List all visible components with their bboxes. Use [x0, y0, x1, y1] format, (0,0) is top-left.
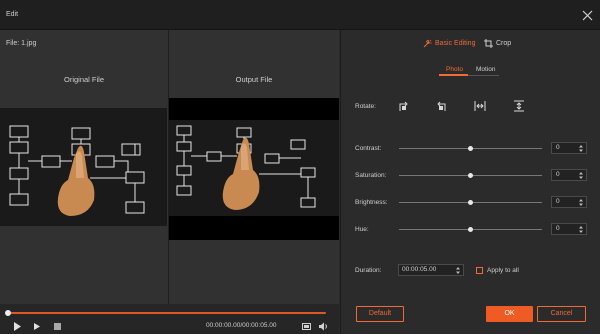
saturation-slider-handle[interactable] — [468, 173, 473, 178]
rotate-counterclockwise-icon[interactable] — [436, 100, 448, 112]
brightness-spinbox[interactable]: 0 — [551, 196, 587, 208]
stop-icon[interactable] — [54, 322, 61, 331]
cancel-button[interactable]: Cancel — [537, 306, 586, 322]
apply-to-all-label: Apply to all — [487, 267, 519, 274]
flowchart-image — [0, 108, 167, 226]
preview-panel: File: 1.jpg Original File Output File 00… — [0, 30, 339, 334]
spinner-arrows-icon[interactable] — [579, 225, 583, 234]
seek-handle[interactable] — [5, 310, 11, 316]
hue-label: Hue: — [355, 226, 369, 233]
spinner-arrows-icon[interactable] — [579, 198, 583, 207]
spinner-arrows-icon[interactable] — [579, 144, 583, 153]
close-icon[interactable] — [582, 10, 593, 21]
original-preview-image — [0, 108, 167, 226]
magic-wand-icon — [423, 39, 432, 48]
tab-basic-editing[interactable]: Basic Editing — [423, 39, 475, 48]
timecode-display: 00:00:00.00/00:00:05.00 — [206, 322, 277, 329]
snapshot-icon[interactable] — [302, 322, 311, 331]
volume-icon[interactable] — [319, 322, 328, 331]
seek-bar[interactable] — [8, 312, 326, 314]
duration-value: 00:00:05.00 — [402, 266, 437, 273]
contrast-value: 0 — [556, 144, 560, 151]
window-title: Edit — [6, 11, 19, 18]
hue-spinbox[interactable]: 0 — [551, 223, 587, 235]
spinner-arrows-icon[interactable] — [456, 266, 460, 275]
crop-icon — [484, 39, 493, 48]
ok-button[interactable]: OK — [486, 306, 533, 322]
duration-label: Duration: — [355, 267, 382, 274]
settings-panel: Basic Editing Crop Photo Motion Rotate: … — [340, 30, 600, 334]
output-file-title: Output File — [235, 75, 273, 84]
saturation-value: 0 — [556, 171, 560, 178]
spinner-arrows-icon[interactable] — [579, 171, 583, 180]
rotate-clockwise-icon[interactable] — [397, 100, 409, 112]
tab-crop-label: Crop — [496, 40, 512, 47]
default-button[interactable]: Default — [356, 306, 404, 322]
playback-controls: 00:00:00.00/00:00:05.00 — [0, 304, 339, 334]
brightness-slider-handle[interactable] — [468, 200, 473, 205]
hue-slider-handle[interactable] — [468, 227, 473, 232]
flowchart-image-output — [169, 98, 339, 240]
saturation-label: Saturation: — [355, 172, 387, 179]
hue-value: 0 — [556, 225, 560, 232]
subtab-active-indicator — [439, 74, 468, 76]
duration-spinbox[interactable]: 00:00:05.00 — [398, 264, 464, 276]
apply-to-all-checkbox[interactable] — [476, 267, 483, 274]
contrast-slider-handle[interactable] — [468, 146, 473, 151]
contrast-label: Contrast: — [355, 145, 382, 152]
tab-basic-editing-label: Basic Editing — [435, 40, 476, 47]
title-bar: Edit — [0, 0, 600, 30]
brightness-label: Brightness: — [355, 199, 388, 206]
tab-crop[interactable]: Crop — [484, 39, 511, 48]
flip-vertical-icon[interactable] — [513, 100, 525, 112]
brightness-value: 0 — [556, 198, 560, 205]
flip-horizontal-icon[interactable] — [474, 100, 486, 112]
saturation-spinbox[interactable]: 0 — [551, 169, 587, 181]
next-frame-icon[interactable] — [34, 322, 41, 331]
subtab-motion[interactable]: Motion — [476, 66, 496, 73]
play-icon[interactable] — [13, 322, 22, 331]
rotate-label: Rotate: — [355, 103, 376, 110]
original-file-title: Original File — [63, 75, 104, 84]
contrast-spinbox[interactable]: 0 — [551, 142, 587, 154]
output-preview-image — [169, 98, 339, 240]
subtab-photo[interactable]: Photo — [446, 66, 463, 73]
file-name-label: File: 1.jpg — [6, 40, 37, 47]
